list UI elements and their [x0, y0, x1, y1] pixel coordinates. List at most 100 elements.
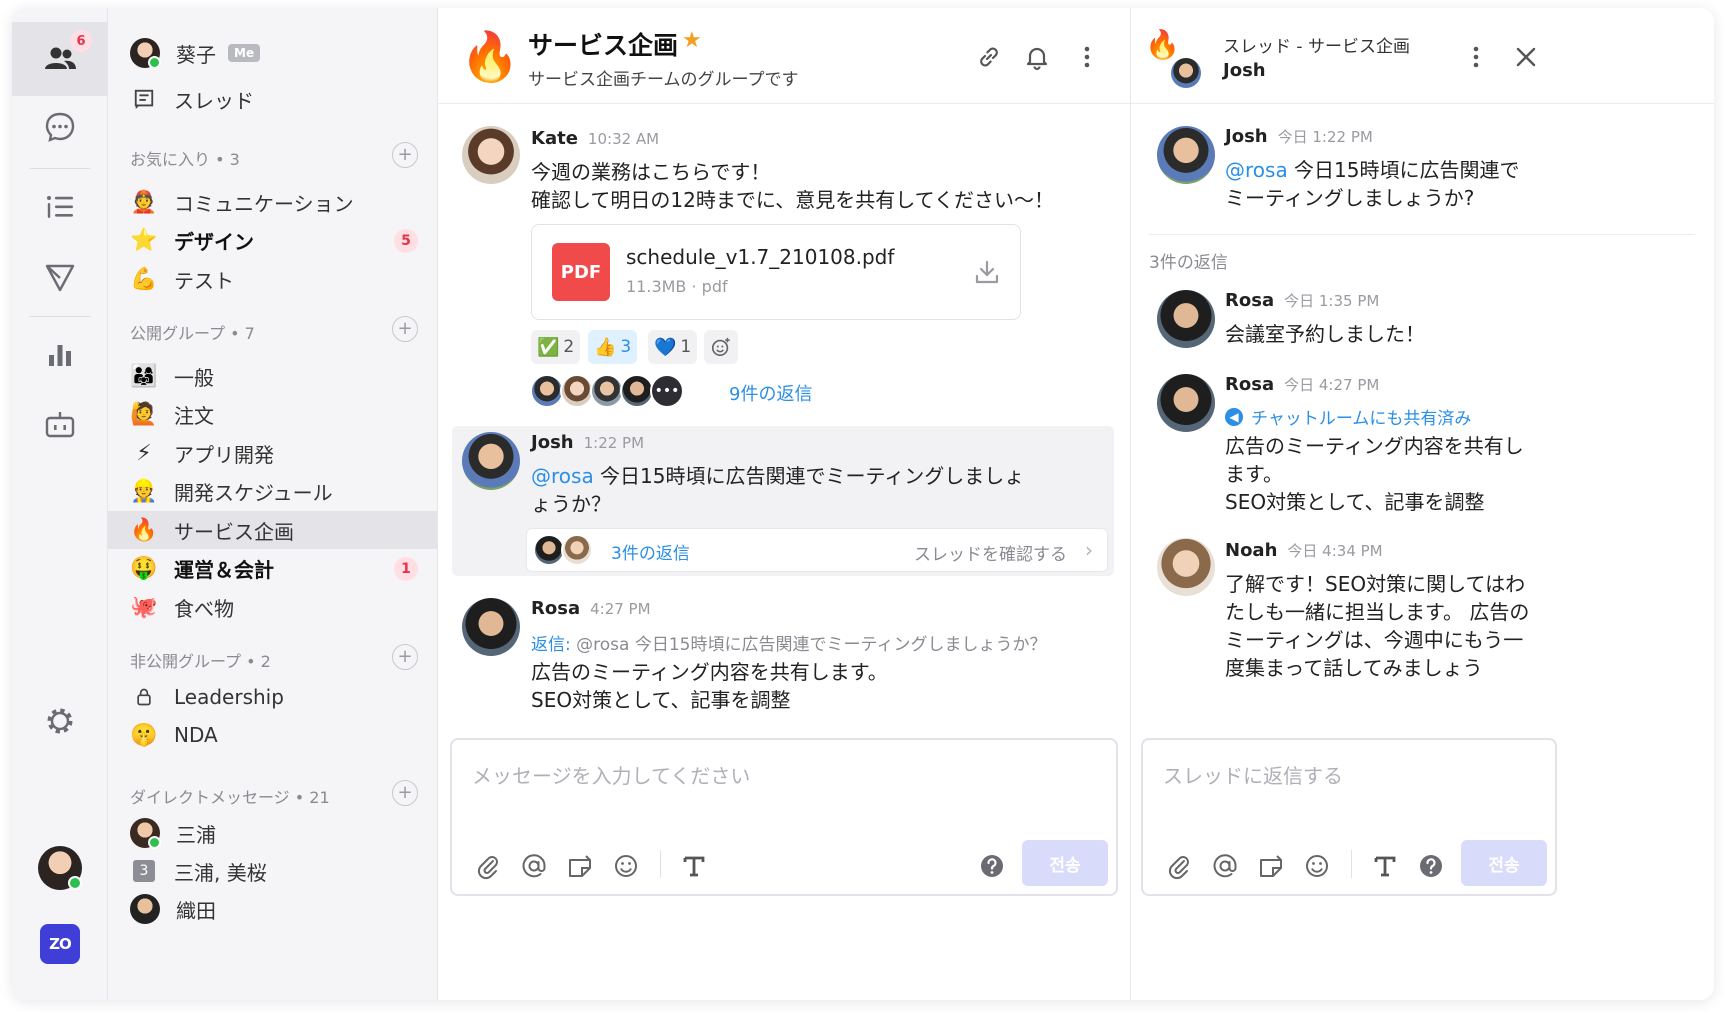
- add-favorite-button[interactable]: +: [392, 142, 418, 168]
- author-name[interactable]: Josh: [531, 432, 574, 453]
- thread-send-button[interactable]: 전송: [1461, 840, 1547, 886]
- author-name[interactable]: Rosa: [1225, 374, 1274, 395]
- close-thread-button[interactable]: [1511, 42, 1541, 72]
- thread-reply-count[interactable]: 3件の返信: [611, 539, 690, 564]
- avatar[interactable]: [462, 598, 520, 656]
- sidebar-item[interactable]: 👷 開発スケジュール: [108, 473, 437, 511]
- thread-reply-input[interactable]: スレッドに返信する: [1163, 760, 1343, 789]
- sidebar-item[interactable]: 🙋 注文: [108, 396, 437, 434]
- attach-button[interactable]: [472, 850, 504, 882]
- nav-list[interactable]: [12, 170, 108, 244]
- sidebar-dm-miura[interactable]: 三浦: [108, 814, 437, 852]
- nav-bot[interactable]: [12, 388, 108, 462]
- emoji-button[interactable]: [1301, 850, 1333, 882]
- channel-emoji-icon: 👨‍👩‍👧: [130, 363, 158, 389]
- send-button[interactable]: 전송: [1022, 840, 1108, 886]
- download-icon[interactable]: [972, 257, 1002, 287]
- chat-main: 🔥 サービス企画 ★ サービス企画チームのグループです Kate 10:32 AM…: [438, 8, 1131, 1000]
- author-name[interactable]: Rosa: [1225, 290, 1274, 311]
- pdf-icon: PDF: [552, 243, 610, 301]
- avatar[interactable]: [1157, 126, 1215, 184]
- avatar[interactable]: [1157, 538, 1215, 596]
- text-format-button[interactable]: [678, 850, 710, 882]
- avatar: [130, 894, 160, 924]
- message-composer[interactable]: メッセージを入力してください 전송: [450, 738, 1118, 896]
- shared-to-channel-note[interactable]: ◀ チャットルームにも共有済み: [1225, 404, 1471, 429]
- add-reaction-button[interactable]: [704, 330, 738, 364]
- avatar[interactable]: [462, 126, 520, 184]
- thread-preview-bar[interactable]: 3件の返信 スレッドを確認する ›: [526, 528, 1108, 572]
- notification-button[interactable]: [1022, 42, 1052, 72]
- link-button[interactable]: [974, 42, 1004, 72]
- reaction-blue-heart[interactable]: 💙 1: [648, 330, 698, 364]
- sidebar-item[interactable]: 🐙 食べ物: [108, 588, 437, 626]
- sidebar-item-label: 三浦: [176, 822, 216, 847]
- sidebar-item[interactable]: ⚡ アプリ開発: [108, 434, 437, 472]
- sidebar-item[interactable]: 👨‍👩‍👧 一般: [108, 357, 437, 395]
- sidebar-threads[interactable]: スレッド: [108, 80, 437, 118]
- mention-button[interactable]: [1209, 850, 1241, 882]
- sticker-button[interactable]: [564, 850, 596, 882]
- reaction-thumbs-up[interactable]: 👍 3: [588, 330, 638, 364]
- author-name[interactable]: Rosa: [531, 598, 580, 619]
- shushing-face-icon: 🤫: [130, 722, 158, 748]
- sidebar-dm-oda[interactable]: 織田: [108, 890, 437, 928]
- current-user-avatar[interactable]: [38, 846, 82, 890]
- reply-quote[interactable]: 返信: @rosa 今日15時頃に広告関連でミーティングしましょうか？: [531, 630, 1046, 655]
- sidebar-item[interactable]: 👲 コミュニケーション: [108, 183, 437, 221]
- avatar: [130, 38, 161, 69]
- add-dm-button[interactable]: +: [392, 780, 418, 806]
- author-name[interactable]: Noah: [1225, 540, 1277, 561]
- mention-button[interactable]: [518, 850, 550, 882]
- help-icon: [1420, 855, 1442, 877]
- app-logo[interactable]: ZO: [40, 924, 80, 964]
- file-attachment[interactable]: PDF schedule_v1.7_210108.pdf 11.3MB · pd…: [531, 224, 1021, 320]
- attach-button[interactable]: [1163, 850, 1195, 882]
- sidebar-item-label: テスト: [174, 268, 234, 293]
- star-icon[interactable]: ★: [682, 28, 702, 53]
- nav-send[interactable]: [12, 240, 108, 314]
- nav-settings[interactable]: [12, 684, 108, 758]
- text-format-icon: [683, 856, 705, 877]
- sidebar-item-label: サービス企画: [174, 519, 294, 544]
- replies-link[interactable]: 9件の返信: [729, 380, 812, 406]
- add-private-group-button[interactable]: +: [392, 644, 418, 670]
- author-name[interactable]: Kate: [531, 128, 578, 149]
- sidebar-item-label: コミュニケーション: [174, 191, 354, 216]
- author-name[interactable]: Josh: [1225, 126, 1268, 147]
- nav-stats[interactable]: [12, 318, 108, 392]
- message-body: @rosa 今日15時頃に広告関連で ミーティングしましょうか?: [1225, 158, 1520, 210]
- sidebar-item[interactable]: ⭐ デザイン 5: [108, 222, 437, 260]
- message-input[interactable]: メッセージを入力してください: [472, 760, 750, 789]
- view-thread-link[interactable]: スレッドを確認する: [914, 540, 1067, 565]
- sidebar-item-leadership[interactable]: Leadership: [108, 678, 437, 716]
- help-button[interactable]: [976, 850, 1008, 882]
- thread-more-button[interactable]: [1461, 42, 1491, 72]
- mention[interactable]: @rosa: [1225, 158, 1288, 182]
- reaction-check[interactable]: ✅ 2: [531, 330, 581, 364]
- add-public-group-button[interactable]: +: [392, 316, 418, 342]
- sidebar-item[interactable]: 🔥 サービス企画: [108, 511, 437, 549]
- more-options-button[interactable]: [1072, 42, 1102, 72]
- emoji-button[interactable]: [610, 850, 642, 882]
- sidebar-item-nda[interactable]: 🤫 NDA: [108, 716, 437, 754]
- sidebar-item-label: Leadership: [174, 685, 284, 709]
- text-format-button[interactable]: [1369, 850, 1401, 882]
- mention[interactable]: @rosa: [531, 464, 594, 488]
- sidebar-item[interactable]: 🤑 運営＆会計 1: [108, 550, 437, 588]
- help-button[interactable]: [1415, 850, 1447, 882]
- sidebar-item[interactable]: 💪 テスト: [108, 260, 437, 298]
- nav-chat[interactable]: [12, 90, 108, 164]
- sidebar-me[interactable]: 葵子 Me: [108, 34, 437, 72]
- message-rosa: Rosa 4:27 PM 返信: @rosa 今日15時頃に広告関連でミーティング…: [438, 592, 1131, 722]
- sidebar-item-label: 運営＆会計: [174, 558, 274, 582]
- avatar[interactable]: [1157, 374, 1215, 432]
- avatar[interactable]: [462, 432, 520, 490]
- avatar[interactable]: [1157, 290, 1215, 348]
- public-groups-header: 公開グループ • 7: [130, 324, 255, 343]
- sticker-button[interactable]: [1255, 850, 1287, 882]
- thread-composer[interactable]: スレッドに返信する 전송: [1141, 738, 1557, 896]
- nav-people[interactable]: 6: [12, 22, 108, 96]
- threads-label: スレッド: [174, 88, 254, 113]
- sidebar-dm-group[interactable]: 3 三浦, 美桜: [108, 852, 437, 890]
